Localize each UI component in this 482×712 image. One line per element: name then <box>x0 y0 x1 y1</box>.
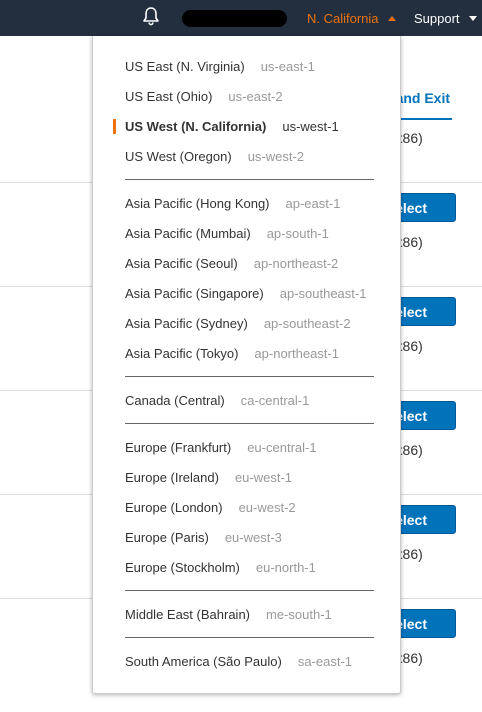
region-code: eu-north-1 <box>255 559 316 575</box>
region-item-ap-northeast-1[interactable]: Asia Pacific (Tokyo) ap-northeast-1 <box>93 338 400 368</box>
region-name: Asia Pacific (Mumbai) <box>125 225 251 241</box>
region-group-divider <box>125 423 374 424</box>
region-code: eu-west-3 <box>224 529 282 545</box>
region-item-ap-southeast-2[interactable]: Asia Pacific (Sydney) ap-southeast-2 <box>93 308 400 338</box>
region-item-ap-northeast-2[interactable]: Asia Pacific (Seoul) ap-northeast-2 <box>93 248 400 278</box>
region-item-me-south-1[interactable]: Middle East (Bahrain) me-south-1 <box>93 599 400 629</box>
region-code: sa-east-1 <box>297 653 353 669</box>
region-item-ap-southeast-1[interactable]: Asia Pacific (Singapore) ap-southeast-1 <box>93 278 400 308</box>
region-group-divider <box>125 179 374 180</box>
account-menu-button[interactable] <box>182 10 287 27</box>
region-group-divider <box>125 590 374 591</box>
caret-down-icon <box>468 15 477 21</box>
region-selector-button[interactable]: N. California <box>307 9 396 27</box>
region-name: Europe (London) <box>125 499 223 515</box>
region-name: Europe (Paris) <box>125 529 209 545</box>
region-code: ap-northeast-1 <box>254 345 339 361</box>
region-item-eu-west-3[interactable]: Europe (Paris) eu-west-3 <box>93 522 400 552</box>
region-name: US East (N. Virginia) <box>125 58 245 74</box>
region-dropdown-menu: US East (N. Virginia) us-east-1 US East … <box>92 36 401 694</box>
region-code: ap-east-1 <box>285 195 341 211</box>
region-code: us-west-1 <box>282 118 339 134</box>
region-selector-label: N. California <box>307 10 379 26</box>
region-item-us-east-1[interactable]: US East (N. Virginia) us-east-1 <box>93 51 400 81</box>
region-name: Asia Pacific (Singapore) <box>125 285 264 301</box>
region-name: Asia Pacific (Seoul) <box>125 255 238 271</box>
region-item-us-east-2[interactable]: US East (Ohio) us-east-2 <box>93 81 400 111</box>
bell-icon <box>142 6 160 31</box>
region-item-ap-east-1[interactable]: Asia Pacific (Hong Kong) ap-east-1 <box>93 188 400 218</box>
region-group-divider <box>125 637 374 638</box>
region-item-eu-central-1[interactable]: Europe (Frankfurt) eu-central-1 <box>93 432 400 462</box>
region-group-divider <box>125 376 374 377</box>
region-item-us-west-2[interactable]: US West (Oregon) us-west-2 <box>93 141 400 171</box>
region-item-eu-west-1[interactable]: Europe (Ireland) eu-west-1 <box>93 462 400 492</box>
region-code: ap-northeast-2 <box>253 255 339 271</box>
support-menu-button[interactable]: Support <box>414 9 477 27</box>
region-code: ap-southeast-1 <box>279 285 367 301</box>
region-code: eu-central-1 <box>247 439 317 455</box>
support-menu-label: Support <box>414 10 460 26</box>
region-code: us-east-2 <box>228 88 283 104</box>
notifications-button[interactable] <box>140 6 162 31</box>
caret-up-icon <box>387 15 396 21</box>
region-code: ca-central-1 <box>240 392 310 408</box>
region-item-eu-north-1[interactable]: Europe (Stockholm) eu-north-1 <box>93 552 400 582</box>
region-code: us-west-2 <box>247 148 305 164</box>
region-name: South America (São Paulo) <box>125 653 282 669</box>
region-code: us-east-1 <box>260 58 315 74</box>
region-name: Canada (Central) <box>125 392 225 408</box>
region-item-ca-central-1[interactable]: Canada (Central) ca-central-1 <box>93 385 400 415</box>
region-code: eu-west-2 <box>238 499 296 515</box>
region-item-us-west-1[interactable]: US West (N. California) us-west-1 <box>93 111 400 141</box>
region-code: me-south-1 <box>266 606 332 622</box>
region-name: US East (Ohio) <box>125 88 213 104</box>
region-name: Asia Pacific (Hong Kong) <box>125 195 270 211</box>
top-navigation-bar: N. California Support <box>0 0 482 36</box>
region-code: eu-west-1 <box>234 469 293 485</box>
region-name: Europe (Stockholm) <box>125 559 240 575</box>
region-item-eu-west-2[interactable]: Europe (London) eu-west-2 <box>93 492 400 522</box>
region-item-sa-east-1[interactable]: South America (São Paulo) sa-east-1 <box>93 646 400 676</box>
region-name: Europe (Ireland) <box>125 469 219 485</box>
region-name: Europe (Frankfurt) <box>125 439 232 455</box>
region-name: US West (N. California) <box>125 118 267 134</box>
region-code: ap-south-1 <box>266 225 329 241</box>
region-item-ap-south-1[interactable]: Asia Pacific (Mumbai) ap-south-1 <box>93 218 400 248</box>
region-name: Asia Pacific (Tokyo) <box>125 345 239 361</box>
region-code: ap-southeast-2 <box>263 315 351 331</box>
region-name: Middle East (Bahrain) <box>125 606 250 622</box>
region-name: US West (Oregon) <box>125 148 232 164</box>
region-name: Asia Pacific (Sydney) <box>125 315 248 331</box>
